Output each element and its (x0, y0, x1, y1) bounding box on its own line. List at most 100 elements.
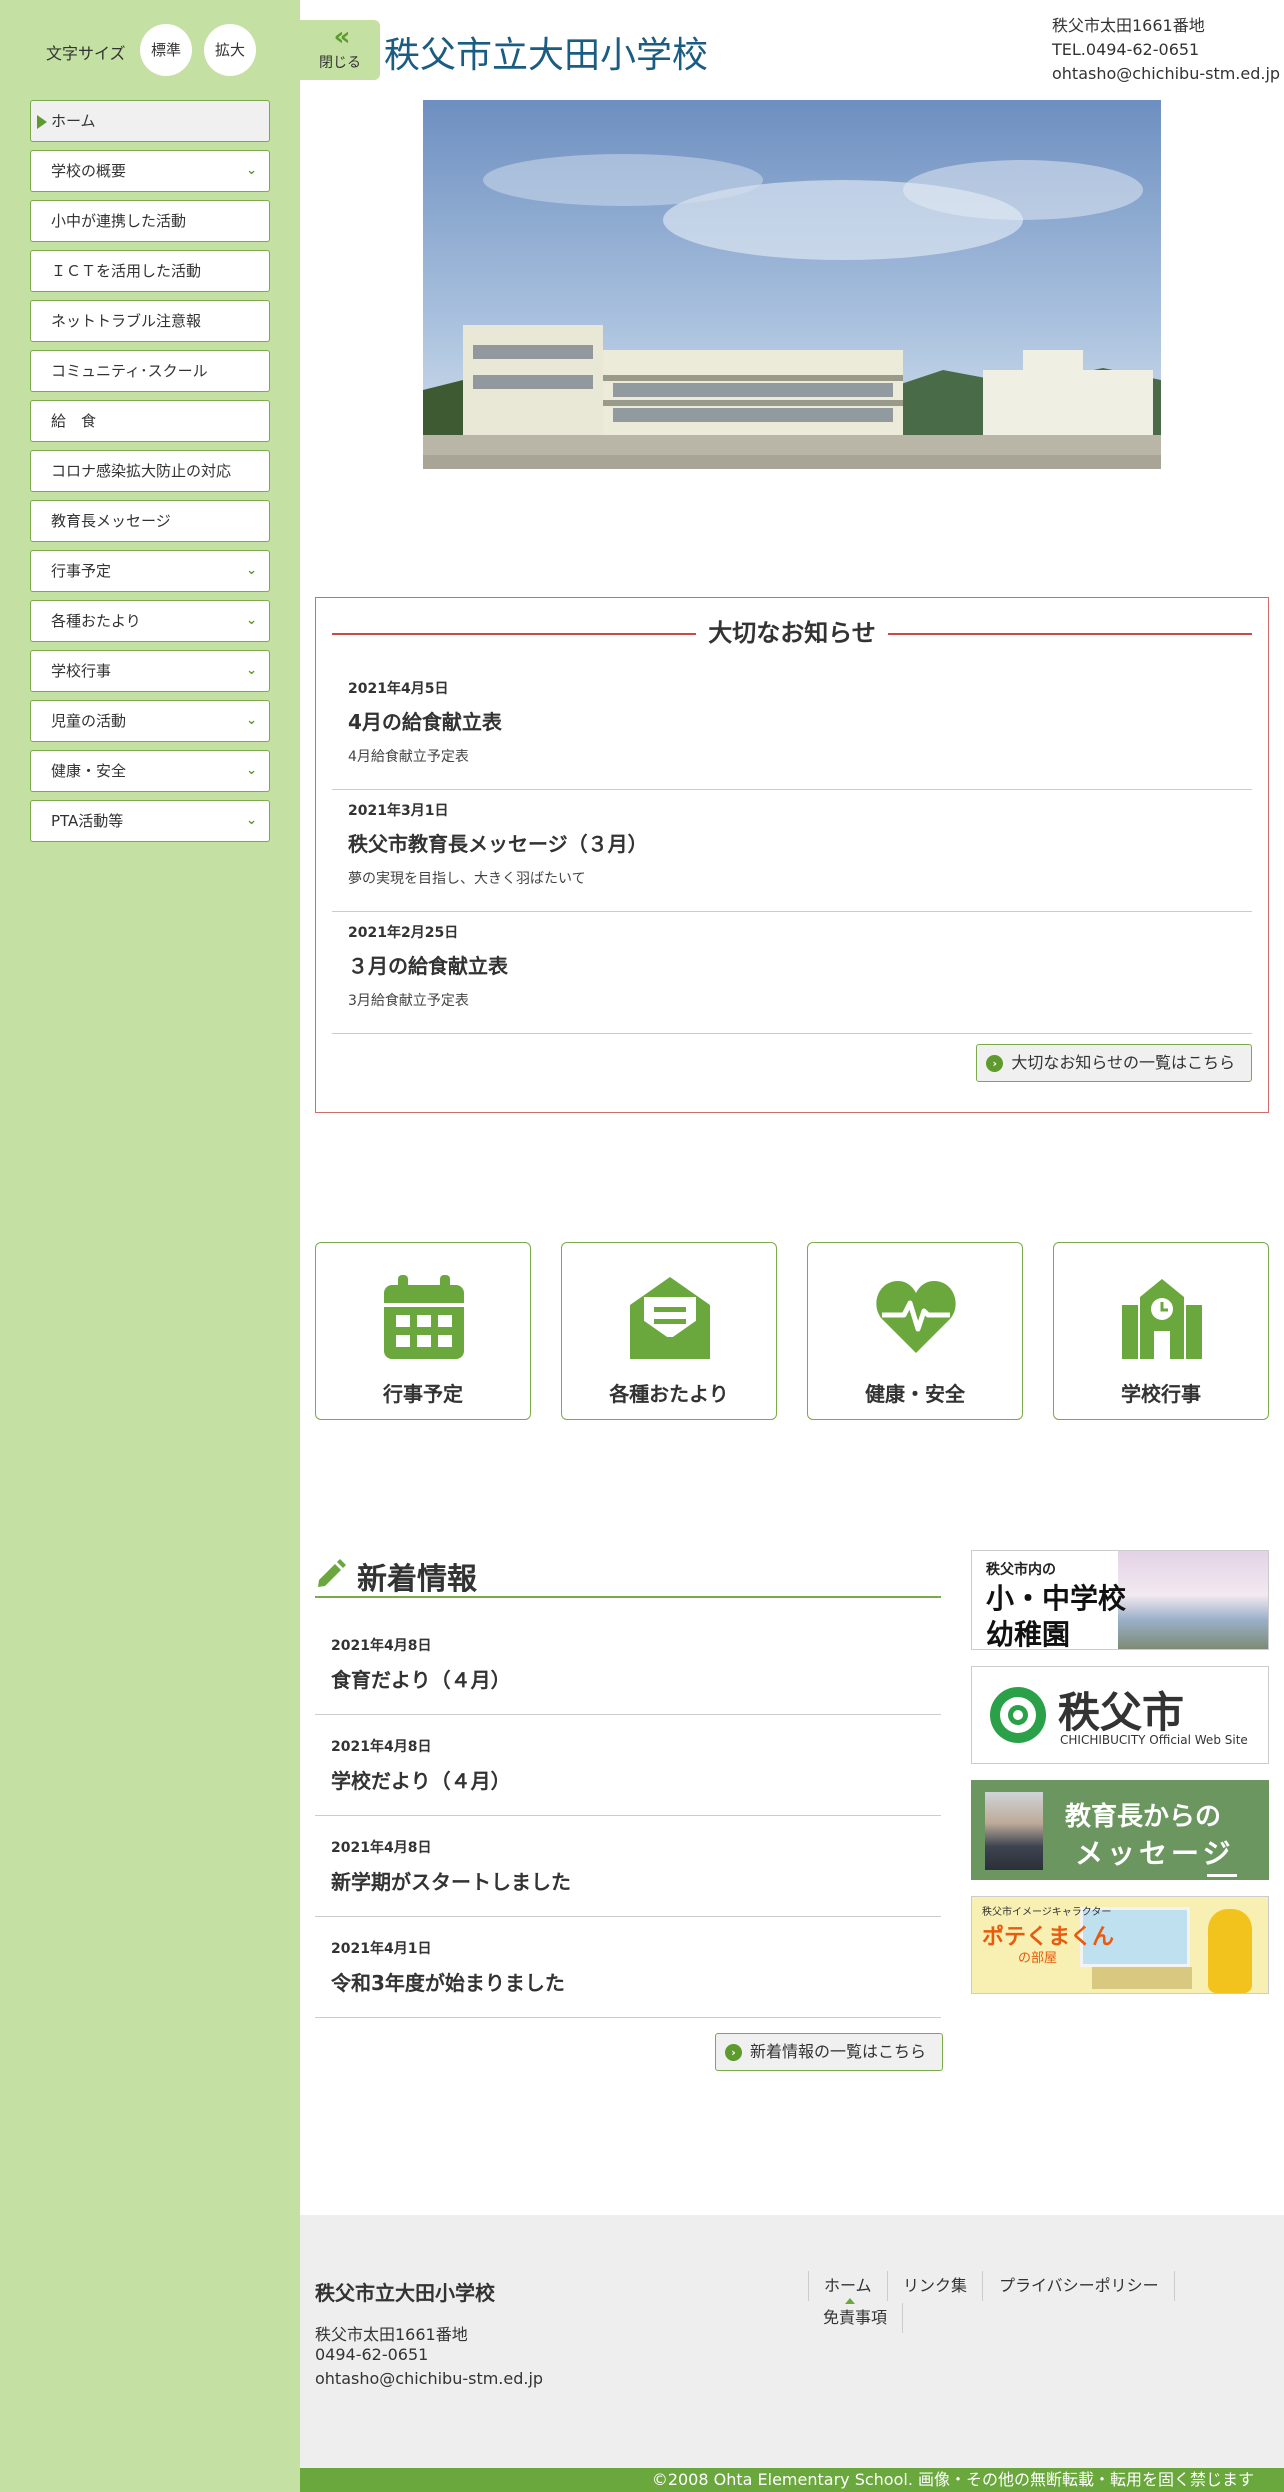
sidebar-item-school-overview[interactable]: 学校の概要 ⌄ (30, 150, 270, 192)
banner-city-name: 秩父市 (1058, 1688, 1185, 1737)
chevron-down-icon: ⌄ (246, 163, 257, 178)
sidebar-item-community-school[interactable]: コミュニティ･スクール (30, 350, 270, 392)
calendar-icon (384, 1275, 464, 1359)
news-heading-text: 新着情報 (357, 1562, 477, 1597)
sidebar-item-ict[interactable]: ＩＣＴを活用した活動 (30, 250, 270, 292)
envelope-icon (630, 1277, 710, 1359)
sidebar-item-label: 教育長メッセージ (51, 512, 171, 530)
quick-link-school-events[interactable]: 学校行事 (1053, 1242, 1269, 1420)
notices-more-label: 大切なお知らせの一覧はこちら (1011, 1053, 1235, 1072)
header-address: 秩父市太田1661番地 (1052, 16, 1205, 35)
sidebar-item-label: 健康・安全 (51, 762, 127, 780)
sidebar-item-label: PTA活動等 (51, 812, 124, 830)
sidebar-item-covid[interactable]: コロナ感染拡大防止の対応 (30, 450, 270, 492)
notices-heading-text: 大切なお知らせ (696, 619, 888, 647)
sidebar-item-health-safety[interactable]: 健康・安全 ⌄ (30, 750, 270, 792)
banner-small-text: 秩父市内の (986, 1562, 1056, 1578)
quick-link-label: 行事予定 (383, 1382, 463, 1406)
sidebar-item-label: 給 食 (51, 412, 97, 430)
sidebar-item-label: コミュニティ･スクール (51, 362, 208, 380)
mascot-illustration (1208, 1909, 1252, 1993)
sidebar-item-newsletters[interactable]: 各種おたより ⌄ (30, 600, 270, 642)
news-heading: 新着情報 (315, 1550, 941, 1598)
quick-link-schedule[interactable]: 行事予定 (315, 1242, 531, 1420)
site-title[interactable]: 秩父市立大田小学校 (384, 26, 708, 78)
news-title[interactable]: 食育だより（４月） (331, 1664, 511, 1693)
close-label: 閉じる (319, 55, 361, 71)
font-size-large-button[interactable]: 拡大 (204, 24, 256, 76)
sidebar-item-superintendent-message[interactable]: 教育長メッセージ (30, 500, 270, 542)
banner-mascot-caption: 秩父市イメージキャラクター (982, 1907, 1112, 1918)
sidebar-item-label: 学校の概要 (51, 162, 127, 180)
sidebar-nav: ホーム 学校の概要 ⌄ 小中が連携した活動 ＩＣＴを活用した活動 ネットトラブル注… (30, 100, 270, 850)
pencil-icon (318, 1559, 346, 1587)
city-emblem-icon (990, 1687, 1046, 1743)
news-title[interactable]: 令和3年度が始まりました (331, 1967, 565, 1996)
banner-schools-kindergartens[interactable]: 秩父市内の 小・中学校 幼稚園 (971, 1550, 1269, 1650)
notices-more-button[interactable]: › 大切なお知らせの一覧はこちら (976, 1044, 1252, 1082)
sidebar-item-elementary-junior-activities[interactable]: 小中が連携した活動 (30, 200, 270, 242)
sidebar-item-pta[interactable]: PTA活動等 ⌄ (30, 800, 270, 842)
news-title[interactable]: 新学期がスタートしました (331, 1866, 571, 1895)
footer-link-privacy[interactable]: プライバシーポリシー (984, 2271, 1175, 2301)
sidebar-item-label: 学校行事 (51, 662, 112, 680)
school-photo-thumbnail (1118, 1551, 1268, 1649)
header-tel: TEL.0494-62-0651 (1052, 40, 1200, 59)
banner-underline (1207, 1874, 1237, 1877)
double-chevron-left-icon: « (333, 22, 351, 52)
triangle-right-icon (37, 115, 47, 129)
notice-date: 2021年3月1日 (348, 803, 449, 819)
news-item[interactable]: 2021年4月8日 新学期がスタートしました (315, 1816, 941, 1917)
sidebar-item-label: ＩＣＴを活用した活動 (51, 262, 202, 280)
sidebar-item-label: 児童の活動 (51, 712, 127, 730)
sidebar-item-lunch[interactable]: 給 食 (30, 400, 270, 442)
footer-email: ohtasho@chichibu-stm.ed.jp (315, 2369, 544, 2388)
notice-item[interactable]: 2021年3月1日 秩父市教育長メッセージ（３月） 夢の実現を目指し、大きく羽ば… (332, 790, 1252, 912)
sidebar-item-home[interactable]: ホーム (30, 100, 270, 142)
copyright-bar: ©2008 Ohta Elementary School. 画像・その他の無断転… (300, 2468, 1284, 2492)
banner-message-line1: 教育長からの (1065, 1802, 1222, 1832)
banner-potekuma-room[interactable]: 秩父市イメージキャラクター ポテくまくん の部屋 (971, 1896, 1269, 1994)
footer-link-links[interactable]: リンク集 (888, 2271, 984, 2301)
banner-line1: 小・中学校 (986, 1582, 1127, 1615)
footer-link-disclaimer[interactable]: 免責事項 (808, 2303, 904, 2333)
font-size-label: 文字サイズ (46, 44, 126, 63)
news-date: 2021年4月8日 (331, 1638, 432, 1654)
banner-chichibu-city[interactable]: 秩父市 CHICHIBUCITY Official Web Site (971, 1666, 1269, 1764)
sidebar-item-schedule[interactable]: 行事予定 ⌄ (30, 550, 270, 592)
header-email: ohtasho@chichibu-stm.ed.jp (1052, 64, 1281, 83)
footer-tel: 0494-62-0651 (315, 2345, 429, 2364)
banner-superintendent-message[interactable]: 教育長からの メッセージ (971, 1780, 1269, 1880)
news-item[interactable]: 2021年4月1日 令和3年度が始まりました (315, 1917, 941, 2018)
sidebar-item-label: 小中が連携した活動 (51, 212, 187, 230)
sidebar-item-student-activities[interactable]: 児童の活動 ⌄ (30, 700, 270, 742)
font-size-normal-button[interactable]: 標準 (140, 24, 192, 76)
news-more-button[interactable]: › 新着情報の一覧はこちら (715, 2033, 944, 2071)
banner-city-sub: CHICHIBUCITY Official Web Site (1060, 1733, 1248, 1747)
news-item[interactable]: 2021年4月8日 食育だより（４月） (315, 1614, 941, 1715)
notice-title[interactable]: 秩父市教育長メッセージ（３月） (348, 828, 648, 857)
news-date: 2021年4月1日 (331, 1941, 432, 1957)
banner-message-line2: メッセージ (1075, 1837, 1235, 1870)
notice-date: 2021年4月5日 (348, 681, 449, 697)
notice-title[interactable]: 4月の給食献立表 (348, 706, 502, 735)
quick-link-newsletters[interactable]: 各種おたより (561, 1242, 777, 1420)
sidebar-item-label: コロナ感染拡大防止の対応 (51, 462, 232, 480)
banner-line2: 幼稚園 (986, 1618, 1071, 1650)
news-item[interactable]: 2021年4月8日 学校だより（４月） (315, 1715, 941, 1816)
quick-link-health-safety[interactable]: 健康・安全 (807, 1242, 1023, 1420)
sidebar-item-school-events[interactable]: 学校行事 ⌄ (30, 650, 270, 692)
chevron-down-icon: ⌄ (246, 763, 257, 778)
news-title[interactable]: 学校だより（４月） (331, 1765, 511, 1794)
arrow-circle-right-icon: › (725, 2044, 742, 2061)
notice-title[interactable]: ３月の給食献立表 (348, 950, 508, 979)
sidebar: 文字サイズ 標準 拡大 ホーム 学校の概要 ⌄ 小中が連携した活動 ＩＣＴを活用し… (0, 0, 300, 2492)
close-sidebar-button[interactable]: « 閉じる (300, 20, 380, 80)
footer-link-home[interactable]: ホーム (808, 2271, 888, 2301)
notice-item[interactable]: 2021年4月5日 4月の給食献立表 4月給食献立予定表 (332, 668, 1252, 790)
chevron-down-icon: ⌄ (246, 713, 257, 728)
sidebar-item-net-trouble[interactable]: ネットトラブル注意報 (30, 300, 270, 342)
notice-item[interactable]: 2021年2月25日 ３月の給食献立表 3月給食献立予定表 (332, 912, 1252, 1034)
header-contact: 秩父市太田1661番地 TEL.0494-62-0651 ohtasho@chi… (1052, 14, 1280, 86)
quick-link-label: 各種おたより (609, 1382, 729, 1406)
